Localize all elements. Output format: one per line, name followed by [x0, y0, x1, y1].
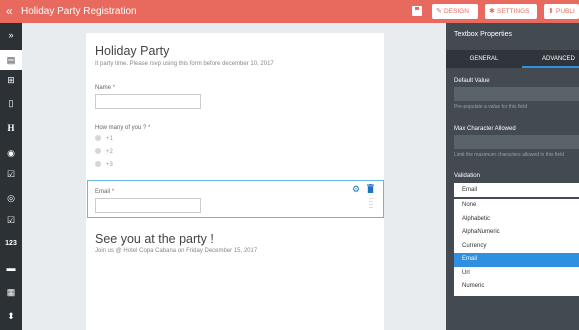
radio-option[interactable]: +1 — [95, 135, 113, 142]
calendar-icon[interactable]: ▦ — [0, 282, 22, 302]
page-title: Holiday Party Registration — [21, 6, 137, 17]
save-icon[interactable] — [412, 6, 422, 16]
default-value-input[interactable] — [454, 87, 579, 101]
drag-handle[interactable] — [369, 198, 373, 210]
settings-button[interactable]: ✱ SETTINGS — [485, 4, 537, 19]
radio-option[interactable]: +2 — [95, 148, 113, 155]
validation-label: Validation — [454, 173, 480, 179]
gear-icon: ✱ — [489, 8, 495, 15]
divider-icon[interactable]: ▬ — [0, 258, 22, 278]
expand-icon[interactable]: » — [0, 25, 22, 45]
input-field-icon[interactable]: ⊞ — [0, 70, 22, 90]
form-description[interactable]: It party time. Please rsvp using this fo… — [95, 61, 274, 67]
max-char-help: Limit the maximum characters allowed in … — [454, 152, 565, 158]
dropdown-option-selected[interactable]: Email — [454, 253, 579, 267]
max-char-input[interactable] — [454, 135, 579, 149]
heading-icon[interactable]: H — [0, 118, 22, 138]
dropdown-option[interactable]: None — [454, 199, 579, 213]
tab-general[interactable]: GENERAL — [446, 50, 522, 68]
max-char-label: Max Character Allowed — [454, 126, 516, 132]
radio-option[interactable]: +3 — [95, 161, 113, 168]
radio-button[interactable] — [95, 161, 101, 167]
count-label: How many of you ? * — [95, 125, 151, 131]
name-input[interactable] — [95, 94, 201, 109]
radio-button[interactable] — [95, 148, 101, 154]
name-label: Name * — [95, 85, 116, 91]
panel-tabs: GENERAL ADVANCED — [446, 50, 579, 68]
thanks-description[interactable]: Join us @ Hotel Copa Cabana on Friday De… — [95, 248, 257, 254]
textbox-icon[interactable]: ▤ — [0, 50, 22, 70]
dropdown-option[interactable]: Alphabetic — [454, 213, 579, 227]
trash-icon[interactable] — [367, 184, 374, 193]
sort-icon[interactable]: ⬍ — [0, 306, 22, 326]
checkbox-icon[interactable]: ☑ — [0, 164, 22, 184]
dropdown-option[interactable]: Numeric — [454, 280, 579, 294]
radio-icon[interactable]: ◎ — [0, 188, 22, 208]
multi-check-icon[interactable]: ☑ — [0, 210, 22, 230]
brush-icon: ✎ — [436, 8, 442, 15]
top-bar: « Holiday Party Registration ✎ DESIGN ✱ SE… — [0, 0, 579, 23]
publish-button[interactable]: ⬆ PUBLI — [544, 4, 579, 19]
dropdown-option[interactable]: AlphaNumeric — [454, 226, 579, 240]
select-icon[interactable]: ◉ — [0, 143, 22, 163]
thanks-title[interactable]: See you at the party ! — [95, 232, 214, 246]
form-title[interactable]: Holiday Party — [95, 44, 169, 58]
gear-icon[interactable]: ⚙ — [352, 184, 360, 195]
dropdown-option[interactable]: Url — [454, 267, 579, 281]
textarea-icon[interactable]: ▯ — [0, 93, 22, 113]
email-label: Email * — [95, 189, 115, 195]
left-toolbar: » ▤ ⊞ ▯ H ◉ ☑ ◎ ☑ 123 ▬ ▦ ⬍ — [0, 23, 22, 330]
number-icon[interactable]: 123 — [0, 234, 22, 254]
design-button[interactable]: ✎ DESIGN — [432, 4, 478, 19]
default-value-label: Default Value — [454, 78, 490, 84]
validation-dropdown: None Alphabetic AlphaNumeric Currency Em… — [454, 199, 579, 296]
radio-button[interactable] — [95, 135, 101, 141]
tab-advanced[interactable]: ADVANCED — [522, 50, 579, 68]
dropdown-option[interactable]: Currency — [454, 240, 579, 254]
panel-title: Textbox Properties — [454, 31, 512, 38]
back-icon[interactable]: « — [6, 4, 13, 18]
properties-panel: Textbox Properties GENERAL ADVANCED Defa… — [446, 23, 579, 330]
publish-icon: ⬆ — [548, 8, 554, 15]
default-value-help: Pre-populate a value for this field — [454, 104, 528, 110]
email-input[interactable] — [95, 198, 201, 213]
validation-select[interactable]: Email — [454, 183, 579, 197]
